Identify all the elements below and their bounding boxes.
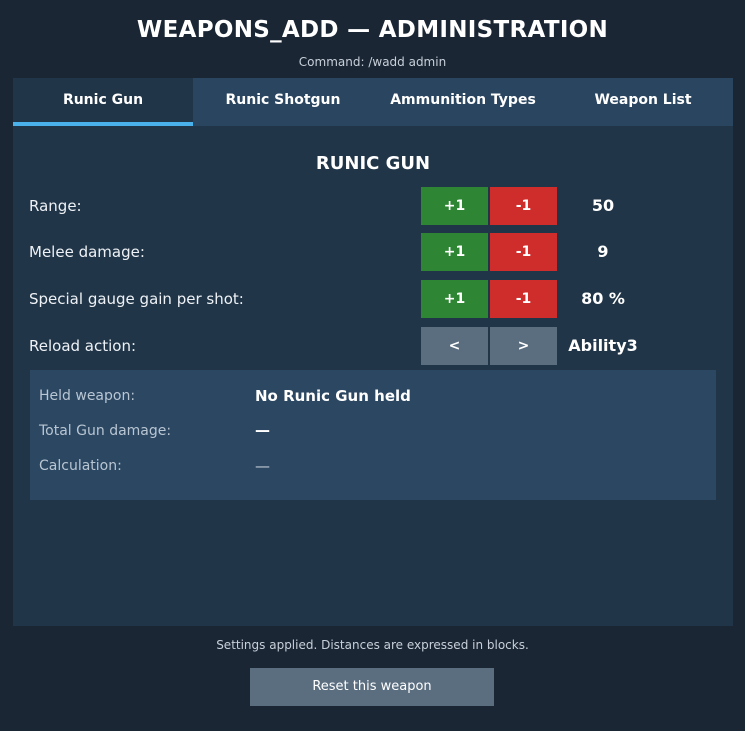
section-title: RUNIC GUN xyxy=(315,153,431,174)
setting-row-special-gauge: Special gauge gain per shot: +1 -1 80 % xyxy=(13,280,733,318)
command-hint: Command: /wadd admin xyxy=(298,55,447,69)
tab-runic-gun[interactable]: Runic Gun xyxy=(13,78,193,126)
special-gauge-label: Special gauge gain per shot: xyxy=(29,290,244,308)
tab-runic-shotgun[interactable]: Runic Shotgun xyxy=(193,78,373,126)
reset-weapon-button[interactable]: Reset this weapon xyxy=(250,668,494,706)
settings-panel: RUNIC GUN Range: +1 -1 50 Melee damage: … xyxy=(13,126,733,626)
setting-row-melee-damage: Melee damage: +1 -1 9 xyxy=(13,233,733,271)
melee-damage-decrement-button[interactable]: -1 xyxy=(490,233,557,271)
weapon-info-box: Held weapon: No Runic Gun held Total Gun… xyxy=(30,370,716,500)
melee-damage-value: 9 xyxy=(597,242,609,261)
range-label: Range: xyxy=(29,197,82,215)
held-weapon-label: Held weapon: xyxy=(39,388,136,404)
total-damage-value: — xyxy=(255,421,270,439)
range-increment-button[interactable]: +1 xyxy=(421,187,488,225)
reload-action-label: Reload action: xyxy=(29,337,137,355)
tab-ammunition-types[interactable]: Ammunition Types xyxy=(373,78,553,126)
special-gauge-decrement-button[interactable]: -1 xyxy=(490,280,557,318)
total-damage-label: Total Gun damage: xyxy=(39,423,172,439)
calculation-label: Calculation: xyxy=(39,458,122,474)
melee-damage-label: Melee damage: xyxy=(29,243,145,261)
page-title: WEAPONS_ADD — ADMINISTRATION xyxy=(136,17,609,43)
tab-bar: Runic Gun Runic Shotgun Ammunition Types… xyxy=(13,78,733,126)
range-value: 50 xyxy=(591,196,615,215)
tab-weapon-list[interactable]: Weapon List xyxy=(553,78,733,126)
reload-action-prev-button[interactable]: < xyxy=(421,327,488,365)
status-message: Settings applied. Distances are expresse… xyxy=(216,638,529,652)
calculation-value: — xyxy=(255,457,270,475)
range-decrement-button[interactable]: -1 xyxy=(490,187,557,225)
setting-row-range: Range: +1 -1 50 xyxy=(13,187,733,225)
melee-damage-increment-button[interactable]: +1 xyxy=(421,233,488,271)
held-weapon-value: No Runic Gun held xyxy=(255,387,411,405)
setting-row-reload-action: Reload action: < > Ability3 xyxy=(13,327,733,365)
special-gauge-value: 80 % xyxy=(581,289,625,308)
special-gauge-increment-button[interactable]: +1 xyxy=(421,280,488,318)
reload-action-value: Ability3 xyxy=(568,336,638,355)
reload-action-next-button[interactable]: > xyxy=(490,327,557,365)
